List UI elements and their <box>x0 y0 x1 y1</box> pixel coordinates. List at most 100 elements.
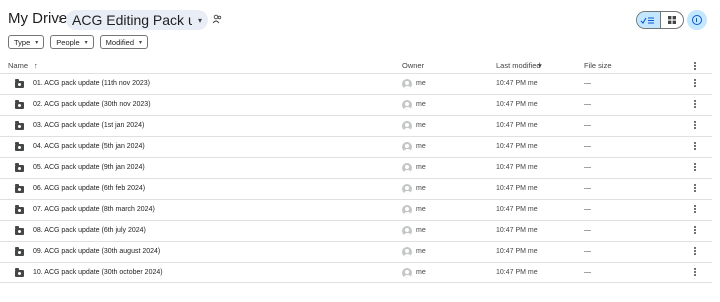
file-name: 05. ACG pack update (9th jan 2024) <box>33 164 145 171</box>
shared-folder-icon <box>15 184 24 193</box>
chevron-down-icon: ▾ <box>197 15 202 25</box>
sort-down-icon[interactable]: ▾ <box>538 61 542 70</box>
owner: me <box>416 101 426 108</box>
last-modified: 10:47 PM me <box>496 248 538 255</box>
owner: me <box>416 80 426 87</box>
file-size: — <box>584 122 591 129</box>
check-list-icon <box>640 17 655 24</box>
shared-folder-icon <box>15 247 24 256</box>
avatar <box>402 184 412 194</box>
table-header: Name ↑ Owner Last modified ▾ File size <box>0 58 712 73</box>
avatar <box>402 226 412 236</box>
sort-arrow-up-icon[interactable]: ↑ <box>34 61 38 70</box>
file-size: — <box>584 185 591 192</box>
table-row[interactable]: 10. ACG pack update (30th october 2024) … <box>0 262 712 283</box>
shared-folder-icon <box>15 205 24 214</box>
file-size: — <box>584 206 591 213</box>
list-view-button[interactable] <box>637 12 661 28</box>
owner: me <box>416 122 426 129</box>
file-size: — <box>584 227 591 234</box>
grid-view-button[interactable] <box>661 12 684 28</box>
file-size: — <box>584 101 591 108</box>
avatar <box>402 163 412 173</box>
last-modified: 10:47 PM me <box>496 80 538 87</box>
table-row[interactable]: 06. ACG pack update (6th feb 2024) me 10… <box>0 178 712 199</box>
filter-people-label: People <box>56 37 80 47</box>
owner: me <box>416 206 426 213</box>
table-row[interactable]: 02. ACG pack update (30th nov 2023) me 1… <box>0 94 712 115</box>
last-modified: 10:47 PM me <box>496 101 538 108</box>
shared-folder-icon <box>15 79 24 88</box>
avatar <box>402 79 412 89</box>
file-size: — <box>584 269 591 276</box>
file-name: 01. ACG pack update (11th nov 2023) <box>33 80 151 87</box>
file-list: 01. ACG pack update (11th nov 2023) me 1… <box>0 73 712 283</box>
table-row[interactable]: 03. ACG pack update (1st jan 2024) me 10… <box>0 115 712 136</box>
details-button[interactable] <box>687 10 707 30</box>
column-header-modified[interactable]: Last modified <box>496 61 541 70</box>
breadcrumb-current-folder[interactable]: ACG Editing Pack updat... ▾ <box>66 10 208 30</box>
chevron-down-icon: ▾ <box>84 39 88 46</box>
last-modified: 10:47 PM me <box>496 164 538 171</box>
chevron-down-icon: ▾ <box>139 39 143 46</box>
shared-folder-icon <box>15 100 24 109</box>
table-row[interactable]: 09. ACG pack update (30th august 2024) m… <box>0 241 712 262</box>
info-icon <box>692 15 702 25</box>
file-name: 03. ACG pack update (1st jan 2024) <box>33 122 145 129</box>
shared-folder-icon <box>15 163 24 172</box>
filter-bar: Type ▾ People ▾ Modified ▾ <box>8 35 149 49</box>
last-modified: 10:47 PM me <box>496 122 538 129</box>
table-row[interactable]: 07. ACG pack update (8th march 2024) me … <box>0 199 712 220</box>
more-vertical-icon[interactable] <box>693 60 697 71</box>
shared-folder-icon <box>15 226 24 235</box>
owner: me <box>416 248 426 255</box>
column-header-name[interactable]: Name <box>8 61 28 70</box>
file-size: — <box>584 164 591 171</box>
last-modified: 10:47 PM me <box>496 227 538 234</box>
top-bar: My Drive › ACG Editing Pack updat... ▾ <box>0 0 720 38</box>
avatar <box>402 268 412 278</box>
last-modified: 10:47 PM me <box>496 143 538 150</box>
file-name: 06. ACG pack update (6th feb 2024) <box>33 185 146 192</box>
file-name: 02. ACG pack update (30th nov 2023) <box>33 101 151 108</box>
owner: me <box>416 185 426 192</box>
chevron-down-icon: ▾ <box>35 39 39 46</box>
file-name: 08. ACG pack update (6th july 2024) <box>33 227 146 234</box>
owner: me <box>416 164 426 171</box>
current-folder-label: ACG Editing Pack updat... <box>72 12 192 28</box>
avatar <box>402 121 412 131</box>
view-toggle <box>636 11 684 29</box>
filter-people[interactable]: People ▾ <box>50 35 94 49</box>
last-modified: 10:47 PM me <box>496 206 538 213</box>
avatar <box>402 247 412 257</box>
filter-type[interactable]: Type ▾ <box>8 35 45 49</box>
filter-type-label: Type <box>14 37 31 47</box>
shared-folder-icon <box>15 121 24 130</box>
shared-people-icon[interactable] <box>212 14 222 24</box>
file-name: 10. ACG pack update (30th october 2024) <box>33 269 163 276</box>
avatar <box>402 205 412 215</box>
table-row[interactable]: 05. ACG pack update (9th jan 2024) me 10… <box>0 157 712 178</box>
column-header-size: File size <box>584 61 612 70</box>
file-size: — <box>584 248 591 255</box>
last-modified: 10:47 PM me <box>496 185 538 192</box>
table-row[interactable]: 01. ACG pack update (11th nov 2023) me 1… <box>0 73 712 94</box>
file-name: 04. ACG pack update (5th jan 2024) <box>33 143 145 150</box>
file-size: — <box>584 80 591 87</box>
avatar <box>402 142 412 152</box>
file-name: 07. ACG pack update (8th march 2024) <box>33 206 155 213</box>
grid-icon <box>667 16 676 24</box>
table-row[interactable]: 04. ACG pack update (5th jan 2024) me 10… <box>0 136 712 157</box>
owner: me <box>416 143 426 150</box>
file-name: 09. ACG pack update (30th august 2024) <box>33 248 161 255</box>
column-header-owner: Owner <box>402 61 425 70</box>
owner: me <box>416 227 426 234</box>
shared-folder-icon <box>15 268 24 277</box>
owner: me <box>416 269 426 276</box>
table-row[interactable]: 08. ACG pack update (6th july 2024) me 1… <box>0 220 712 241</box>
breadcrumb-separator-icon: › <box>58 10 63 26</box>
filter-modified[interactable]: Modified ▾ <box>99 35 149 49</box>
avatar <box>402 100 412 110</box>
shared-folder-icon <box>15 142 24 151</box>
filter-modified-label: Modified <box>105 37 135 47</box>
